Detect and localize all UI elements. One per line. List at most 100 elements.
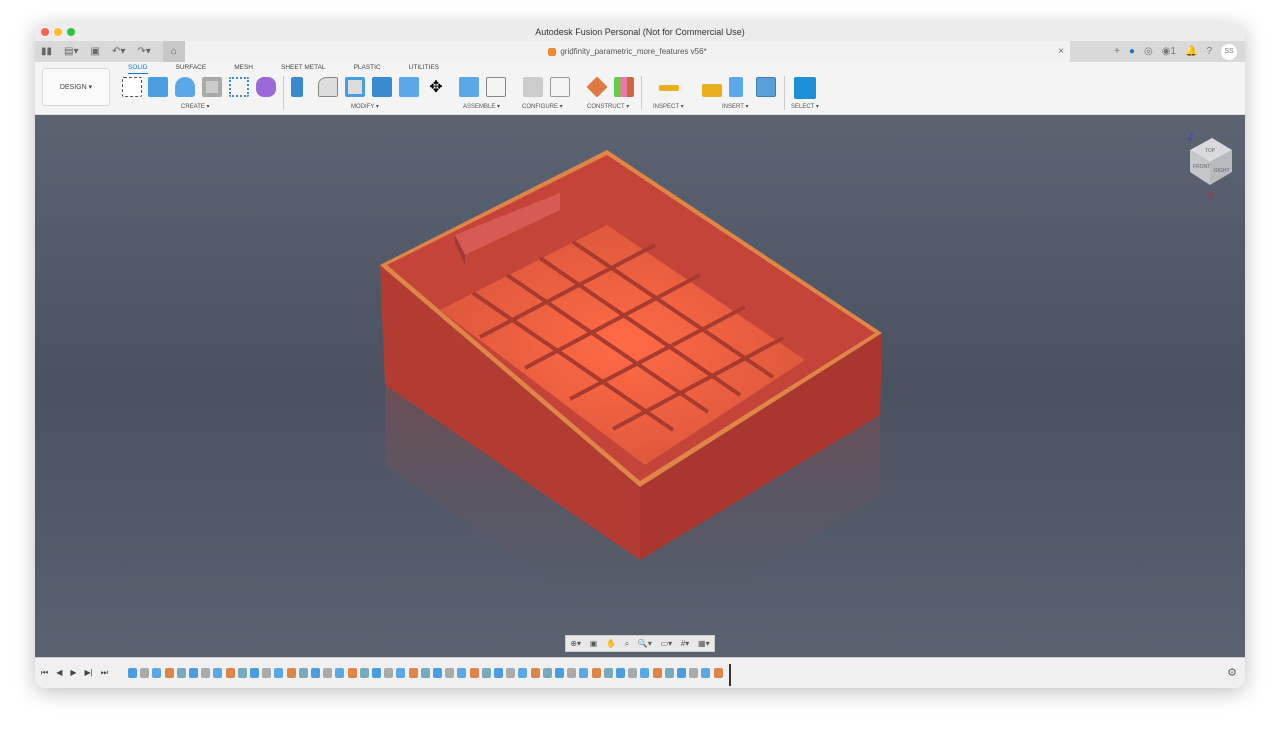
timeline-feature[interactable] bbox=[140, 668, 149, 678]
timeline-feature[interactable] bbox=[555, 668, 564, 678]
revolve-icon[interactable] bbox=[175, 77, 195, 97]
timeline-feature[interactable] bbox=[287, 668, 296, 678]
timeline-feature[interactable] bbox=[531, 668, 540, 678]
timeline-feature[interactable] bbox=[238, 668, 247, 678]
new-component-icon[interactable] bbox=[459, 77, 479, 97]
help-icon[interactable]: ? bbox=[1206, 46, 1212, 57]
view-cube[interactable]: Z X TOP FRONT RIGHT bbox=[1180, 130, 1245, 205]
timeline-feature[interactable] bbox=[677, 668, 686, 678]
extrude-icon[interactable] bbox=[148, 77, 168, 97]
timeline-marker[interactable] bbox=[729, 664, 731, 686]
job-status-icon[interactable]: ◉1 bbox=[1162, 46, 1176, 57]
undo-icon[interactable]: ↶▾ bbox=[112, 46, 125, 57]
data-panel-icon[interactable]: ▮▮ bbox=[41, 46, 52, 57]
tab-sheet-metal[interactable]: SHEET METAL bbox=[281, 64, 326, 74]
timeline-feature[interactable] bbox=[640, 668, 649, 678]
timeline-feature[interactable] bbox=[506, 668, 515, 678]
timeline-feature[interactable] bbox=[372, 668, 381, 678]
timeline-feature[interactable] bbox=[262, 668, 271, 678]
midplane-icon[interactable] bbox=[614, 77, 634, 97]
timeline-feature[interactable] bbox=[482, 668, 491, 678]
minimize-window-button[interactable] bbox=[54, 28, 62, 36]
timeline-feature[interactable] bbox=[445, 668, 454, 678]
timeline-feature[interactable] bbox=[457, 668, 466, 678]
workspace-switcher[interactable]: DESIGN ▾ bbox=[42, 68, 110, 106]
home-icon[interactable]: ⌂ bbox=[163, 41, 185, 62]
shell-icon[interactable] bbox=[345, 77, 365, 97]
viewcube-top[interactable]: TOP bbox=[1205, 148, 1216, 154]
save-icon[interactable]: ▣ bbox=[90, 46, 99, 57]
construct-menu[interactable]: CONSTRUCT ▾ bbox=[587, 103, 629, 110]
viewcube-right[interactable]: RIGHT bbox=[1214, 168, 1230, 174]
insert-menu[interactable]: INSERT ▾ bbox=[722, 103, 748, 110]
timeline-feature[interactable] bbox=[201, 668, 210, 678]
timeline-feature[interactable] bbox=[421, 668, 430, 678]
timeline-feature[interactable] bbox=[348, 668, 357, 678]
timeline-feature[interactable] bbox=[384, 668, 393, 678]
timeline-feature[interactable] bbox=[470, 668, 479, 678]
gridfinity-bin-model[interactable] bbox=[35, 115, 1245, 657]
select-icon[interactable] bbox=[794, 77, 816, 99]
redo-icon[interactable]: ↷▾ bbox=[137, 46, 150, 57]
timeline-feature[interactable] bbox=[396, 668, 405, 678]
3d-viewport[interactable]: Z X TOP FRONT RIGHT ⊕▾ ▣ ✋ ⌕ 🔍▾ ▭▾ #▾ ▦▾ bbox=[35, 115, 1245, 657]
step-forward-button[interactable]: ▶| bbox=[85, 668, 93, 678]
timeline-feature[interactable] bbox=[335, 668, 344, 678]
timeline-feature[interactable] bbox=[213, 668, 222, 678]
timeline-feature[interactable] bbox=[299, 668, 308, 678]
timeline-feature[interactable] bbox=[165, 668, 174, 678]
create-form-icon[interactable] bbox=[256, 77, 276, 97]
timeline-feature[interactable] bbox=[226, 668, 235, 678]
canvas-icon[interactable] bbox=[756, 77, 776, 97]
timeline-feature[interactable] bbox=[616, 668, 625, 678]
new-tab-button[interactable]: + bbox=[1114, 46, 1120, 57]
create-sketch-icon[interactable] bbox=[122, 77, 142, 97]
grid-settings-icon[interactable]: #▾ bbox=[681, 639, 689, 648]
viewcube-front[interactable]: FRONT bbox=[1193, 164, 1210, 170]
timeline-feature[interactable] bbox=[579, 668, 588, 678]
zoom-icon[interactable]: ⌕ bbox=[625, 639, 629, 649]
pattern-icon[interactable] bbox=[229, 77, 249, 97]
offset-plane-icon[interactable] bbox=[586, 76, 607, 97]
notifications-icon[interactable]: 🔔 bbox=[1185, 46, 1197, 57]
timeline-feature[interactable] bbox=[689, 668, 698, 678]
timeline-feature[interactable] bbox=[714, 668, 723, 678]
tab-solid[interactable]: SOLID bbox=[128, 64, 148, 74]
assemble-menu[interactable]: ASSEMBLE ▾ bbox=[463, 103, 500, 110]
go-to-end-button[interactable]: ⏭ bbox=[101, 668, 108, 678]
timeline-feature[interactable] bbox=[323, 668, 332, 678]
document-tab[interactable]: gridfinity_parametric_more_features v56*… bbox=[185, 41, 1070, 62]
tab-surface[interactable]: SURFACE bbox=[176, 64, 207, 74]
modify-menu[interactable]: MODIFY ▾ bbox=[351, 103, 379, 110]
insert-derive-icon[interactable] bbox=[702, 84, 722, 97]
offset-face-icon[interactable] bbox=[399, 77, 419, 97]
timeline-feature[interactable] bbox=[311, 668, 320, 678]
file-menu-icon[interactable]: ▤▾ bbox=[64, 46, 78, 57]
hole-icon[interactable] bbox=[202, 77, 222, 97]
tab-mesh[interactable]: MESH bbox=[234, 64, 253, 74]
timeline-feature[interactable] bbox=[189, 668, 198, 678]
timeline-feature[interactable] bbox=[701, 668, 710, 678]
move-icon[interactable]: ✥ bbox=[426, 77, 446, 97]
online-status-icon[interactable]: ◎ bbox=[1144, 46, 1153, 57]
timeline-feature[interactable] bbox=[653, 668, 662, 678]
viewports-icon[interactable]: ▦▾ bbox=[698, 639, 710, 648]
avatar[interactable]: SS bbox=[1221, 44, 1237, 60]
timeline-feature[interactable] bbox=[592, 668, 601, 678]
timeline-feature[interactable] bbox=[604, 668, 613, 678]
select-menu[interactable]: SELECT ▾ bbox=[791, 103, 819, 110]
timeline-settings-icon[interactable]: ⚙ bbox=[1227, 666, 1237, 679]
timeline-feature[interactable] bbox=[409, 668, 418, 678]
tab-utilities[interactable]: UTILITIES bbox=[409, 64, 439, 74]
look-at-icon[interactable]: ▣ bbox=[590, 639, 598, 648]
press-pull-icon[interactable] bbox=[291, 77, 303, 97]
timeline-feature[interactable] bbox=[177, 668, 186, 678]
close-tab-button[interactable]: × bbox=[1058, 46, 1064, 57]
create-menu[interactable]: CREATE ▾ bbox=[181, 103, 210, 110]
timeline-feature[interactable] bbox=[128, 668, 137, 678]
measure-icon[interactable] bbox=[659, 85, 679, 91]
timeline-feature[interactable] bbox=[433, 668, 442, 678]
insert-mcmaster-icon[interactable] bbox=[729, 77, 743, 97]
configure-menu[interactable]: CONFIGURE ▾ bbox=[522, 103, 563, 110]
fillet-icon[interactable] bbox=[318, 77, 338, 97]
